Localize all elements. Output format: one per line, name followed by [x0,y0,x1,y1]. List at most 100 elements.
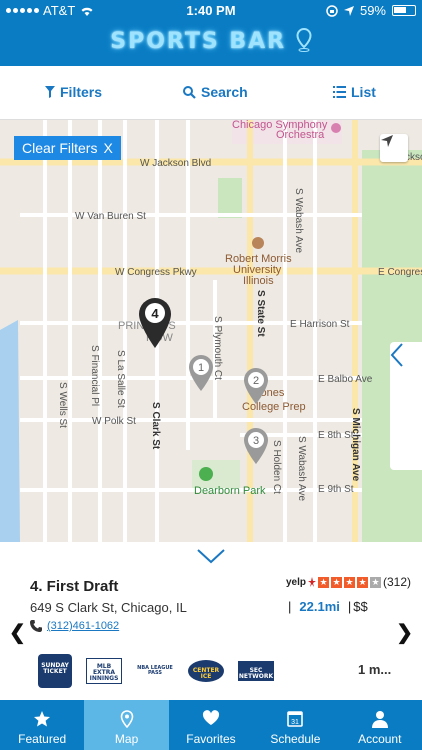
venue-phone: (312)461-1062 [47,620,120,632]
list-label: List [351,84,376,100]
venue-card[interactable]: 4. First Draft 649 S Clark St, Chicago, … [0,542,422,700]
tab-favorites-label: Favorites [186,732,236,746]
tab-map-label: Map [114,732,139,746]
person-icon [371,711,388,728]
street-label-state: S State St [255,290,266,337]
street-label-e9th: E 9th St [318,484,354,495]
chevron-down-icon[interactable] [196,548,226,564]
tab-featured[interactable]: Featured [0,700,84,750]
pin-1-number: 1 [198,362,204,374]
map-pin-icon [120,710,133,728]
map-view[interactable]: W Jackson Blvd E Jackson W Van Buren St … [0,120,422,542]
location-arrow-icon [343,5,354,16]
street-label-congress: W Congress Pkwy [115,267,197,278]
location-pin-icon [296,27,312,52]
more-packages-label[interactable]: 1 m... [358,662,391,677]
yelp-logo: yelp [286,576,307,588]
tab-schedule-label: Schedule [270,732,321,746]
street-label-clark: S Clark St [150,402,161,450]
street-label-wabash: S Wabash Ave [293,188,304,253]
filter-icon [45,86,55,98]
map-pin-4[interactable]: 4 [137,296,173,350]
side-panel-toggle[interactable] [390,342,422,470]
river [0,320,20,542]
svg-text:31: 31 [291,719,299,726]
phone-icon [30,620,42,632]
calendar-icon: 31 [287,711,304,727]
tab-map[interactable]: Map [84,700,169,750]
street-label-harrison: E Harrison St [290,319,350,330]
app-title: SPORTS BAR [110,29,287,54]
rating-star-icon: ★ [318,576,330,588]
app-logo: SPORTS BAR [0,27,422,54]
street-label-lasalle: S La Salle St [115,350,126,408]
meta-divider: | [347,599,352,614]
venue-meta: | 22.1mi | $$ [288,599,368,614]
pin-3-number: 3 [253,435,259,447]
tab-account-label: Account [358,732,402,746]
street-label-polk: W Polk St [92,416,136,427]
rating-star-icon: ★ [344,576,356,588]
poi-rmu-3: Illinois [243,275,274,287]
street-label-michigan: S Michigan Ave [350,408,361,482]
next-venue-button[interactable]: ❯ [396,620,413,645]
map-pin-1[interactable]: 1 [188,354,214,392]
venue-address: 649 S Clark St, Chicago, IL [30,600,187,615]
sec-network-logo: SEC NETWORK [238,661,274,681]
locate-me-button[interactable] [380,134,408,162]
chevron-left-icon [390,343,403,367]
tab-favorites[interactable]: Favorites [169,700,253,750]
app-header: AT&T 1:40 PM 59% SPORTS BAR [0,0,422,66]
clear-filters-x: X [103,140,113,156]
poi-symphony-2: Orchestra [276,129,325,141]
poi-dearborn-park: Dearborn Park [194,485,266,497]
filters-label: Filters [60,84,103,100]
yelp-rating[interactable]: yelp ★ ★ ★ ★ ★ (312) [286,575,411,589]
nba-league-pass-logo: NBA LEAGUE PASS [137,665,173,676]
battery-icon [392,5,416,16]
tab-account[interactable]: Account [338,700,422,750]
venue-phone-link[interactable]: (312)461-1062 [30,620,119,632]
sunday-ticket-logo: SUNDAY TICKET [38,654,72,688]
map-toolbar: Filters Search List [0,66,422,120]
search-button[interactable]: Search [183,84,248,100]
street-label-congress-right: E Congress [378,267,422,278]
school-icon [252,237,264,249]
clear-filters-label: Clear Filters [22,140,98,156]
street-label-e8th: E 8th St [318,430,354,441]
review-count: (312) [383,575,412,589]
pin-4-number: 4 [151,306,159,321]
theater-icon [331,123,341,133]
venue-title[interactable]: 4. First Draft [30,578,118,595]
clear-filters-button[interactable]: Clear Filters X [14,136,121,160]
map-pin-3[interactable]: 3 [243,427,269,465]
status-bar: AT&T 1:40 PM 59% [0,0,422,22]
yelp-burst-icon [308,577,317,587]
star-icon [34,711,51,727]
rating-star-icon: ★ [357,576,369,588]
street-label-wabash-lower: S Wabash Ave [296,436,307,501]
venue-distance: 22.1mi [299,599,340,614]
street-label-jackson: W Jackson Blvd [140,158,211,169]
street-label-holden: S Holden Ct [271,440,282,494]
orientation-lock-icon [326,4,338,17]
list-icon [333,86,346,98]
street-label-wells: S Wells St [57,382,68,428]
tab-featured-label: Featured [18,732,67,746]
tab-schedule[interactable]: 31 Schedule [253,700,337,750]
rating-star-icon: ★ [331,576,343,588]
meta-divider: | [288,599,292,614]
sports-packages: SUNDAY TICKET MLB EXTRA INNINGS NBA LEAG… [38,654,274,688]
navigation-arrow-icon [381,135,393,147]
previous-venue-button[interactable]: ❮ [9,620,26,645]
street-label-balbo: E Balbo Ave [318,374,373,385]
search-label: Search [201,84,248,100]
pocket-park [218,178,242,218]
map-canvas: W Jackson Blvd E Jackson W Van Buren St … [0,120,422,542]
map-pin-2[interactable]: 2 [243,367,269,405]
filters-button[interactable]: Filters [45,84,102,100]
battery-percent: 59% [359,3,386,18]
park-icon [199,467,213,481]
list-button[interactable]: List [333,84,376,100]
street-label-financial: S Financial Pl [89,345,100,406]
